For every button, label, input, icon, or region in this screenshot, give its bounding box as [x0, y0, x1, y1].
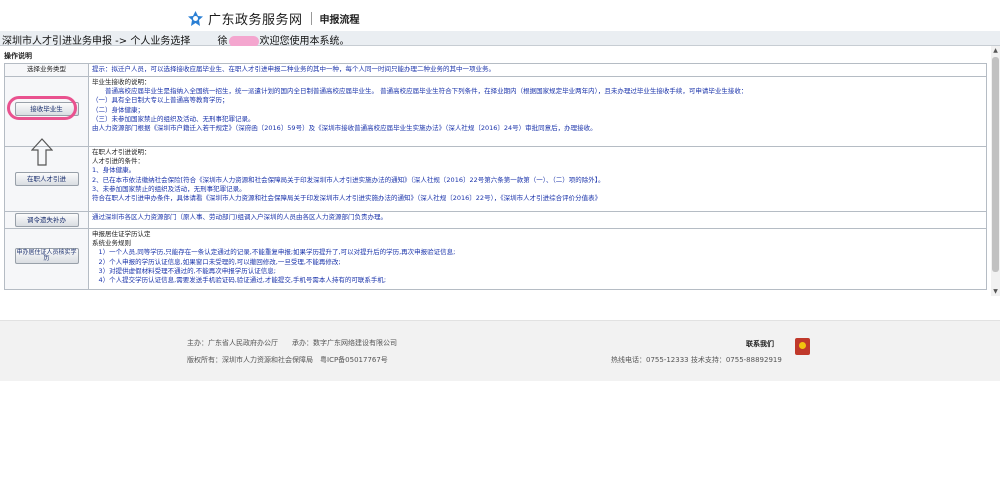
logo-icon [187, 10, 204, 27]
footer-copyright: 版权所有：深圳市人力资源和社会保障局 粤ICP备05017767号 [187, 356, 388, 364]
contact-title-wrap: 联系我们 [746, 339, 774, 349]
main-content[interactable]: 操作说明 选择业务类型 提示：拟迁户人员，可以选择接收应届毕业生、在职人才引进申… [0, 46, 991, 296]
desc-line: 3）对提供虚假材料受理不通过的,不能再次申报学历认证信息; [92, 266, 276, 275]
footer-hotline: 热线电话：0755-12333 技术支持：0755-88892919 [611, 356, 782, 364]
transfer-order-reissue-button[interactable]: 调令遗失补办 [14, 213, 79, 227]
business-type-label: 选择业务类型 [4, 63, 89, 77]
desc-line: 申报居住证学历认定 [92, 230, 151, 238]
tip-text: 提示：拟迁户人员，可以选择接收应届毕业生、在职人才引进申报二种业务的其中一种，每… [88, 63, 987, 77]
desc-line: 1）一个人员,同等学历,只能存在一条认定通过的记录,不能重复申报;如果学历提升了… [92, 248, 456, 257]
residence-permit-education-button[interactable]: 申办居住证人员核实学历 [14, 248, 79, 264]
highlight-circle [7, 96, 77, 120]
contact-title[interactable]: 联系我们 [746, 340, 774, 348]
desc-line: 通过深圳市各区人力资源部门（原人事、劳动部门)组调入户深圳的人员由各区人力资源部… [92, 213, 388, 221]
desc-line: （一）具有全日制大专以上普通高等教育学历； [92, 96, 229, 105]
option-cell: 申办居住证人员核实学历 [4, 228, 89, 290]
scrollbar-thumb[interactable] [992, 57, 999, 272]
table-row: 申办居住证人员核实学历 申报居住证学历认定 系统业务规则 1）一个人员,同等学历… [4, 228, 987, 290]
desc-line: 2）个人申报的学历认证信息,如果窗口未受理的,可以撤回修改,一旦受理,不能再修改… [92, 257, 341, 266]
site-logo[interactable]: 广东政务服务网 申报流程 [187, 9, 360, 28]
table-row: 接收毕业生 毕业生接收的说明： 普通高校应届毕业生是指纳入全国统一招生，统一派遣… [4, 76, 987, 147]
breadcrumb-bar: 深圳市人才引进业务申报 -> 个人业务选择 徐欢迎您使用本系统。 [0, 31, 1000, 47]
vertical-scrollbar[interactable]: ▲ ▼ [991, 46, 1000, 296]
table-header-row: 选择业务类型 提示：拟迁户人员，可以选择接收应届毕业生、在职人才引进申报二种业务… [4, 63, 987, 77]
desc-line: （二）身体健康； [92, 105, 144, 114]
page-title: 申报流程 [319, 15, 360, 26]
scroll-up-icon[interactable]: ▲ [991, 46, 1000, 55]
desc-line: （三）未参加国家禁止的组织及活动、无刑事犯罪记录。 [92, 114, 255, 123]
redacted-name-mark [228, 35, 259, 47]
desc-line: 1、身体健康。 [92, 166, 136, 175]
business-type-table: 选择业务类型 提示：拟迁户人员，可以选择接收应届毕业生、在职人才引进申报二种业务… [4, 63, 987, 290]
table-row: 调令遗失补办 通过深圳市各区人力资源部门（原人事、劳动部门)组调入户深圳的人员由… [4, 211, 987, 229]
option-description: 在职人才引进说明： 人才引进的条件： 1、身体健康。 2、已在本市依法缴纳社会保… [88, 146, 987, 212]
desc-line: 由人力资源部门根据《深圳市户籍迁入若干规定》（深府函〔2016〕59号）及《深圳… [92, 124, 597, 133]
site-name: 广东政务服务网 [208, 13, 303, 28]
desc-line: 4）个人提交学历认证信息,需要发送手机验证码,验证通过,才能提交,手机号需本人持… [92, 276, 387, 285]
desc-line: 3、未参加国家禁止的组织及活动，无刑事犯罪记录。 [92, 184, 246, 193]
site-footer: 主办：广东省人民政府办公厅 承办：数字广东网络建设有限公司 版权所有：深圳市人力… [0, 320, 1000, 381]
desc-line: 符合在职人才引进申办条件，具体请看《深圳市人力资源和社会保障局关于印发深圳市人才… [92, 194, 602, 203]
desc-line: 人才引进的条件： [92, 157, 144, 166]
section-title: 操作说明 [4, 52, 32, 60]
scroll-down-icon[interactable]: ▼ [991, 287, 1000, 296]
option-description: 通过深圳市各区人力资源部门（原人事、劳动部门)组调入户深圳的人员由各区人力资源部… [88, 211, 987, 229]
desc-line: 2、已在本市依法缴纳社会保险[符合《深圳市人力资源和社会保障局关于印发深圳市人才… [92, 175, 605, 184]
option-description: 毕业生接收的说明： 普通高校应届毕业生是指纳入全国统一招生，统一派遣计划的国内全… [88, 76, 987, 147]
talent-introduction-button[interactable]: 在职人才引进 [14, 172, 79, 186]
desc-line: 在职人才引进说明： [92, 148, 151, 156]
site-header: 广东政务服务网 申报流程 [0, 0, 1000, 30]
table-row: 在职人才引进 在职人才引进说明： 人才引进的条件： 1、身体健康。 2、已在本市… [4, 146, 987, 212]
breadcrumb: 深圳市人才引进业务申报 -> 个人业务选择 徐欢迎您使用本系统。 [2, 32, 350, 47]
user-greeting: 徐欢迎您使用本系统。 [218, 32, 350, 47]
arrow-up-icon [31, 138, 53, 166]
desc-line: 毕业生接收的说明： [92, 78, 151, 86]
option-cell: 调令遗失补办 [4, 211, 89, 229]
option-description: 申报居住证学历认定 系统业务规则 1）一个人员,同等学历,只能存在一条认定通过的… [88, 228, 987, 290]
government-badge-icon[interactable] [795, 338, 810, 355]
footer-sponsor: 主办：广东省人民政府办公厅 承办：数字广东网络建设有限公司 [187, 339, 397, 347]
logo-divider [310, 12, 312, 25]
